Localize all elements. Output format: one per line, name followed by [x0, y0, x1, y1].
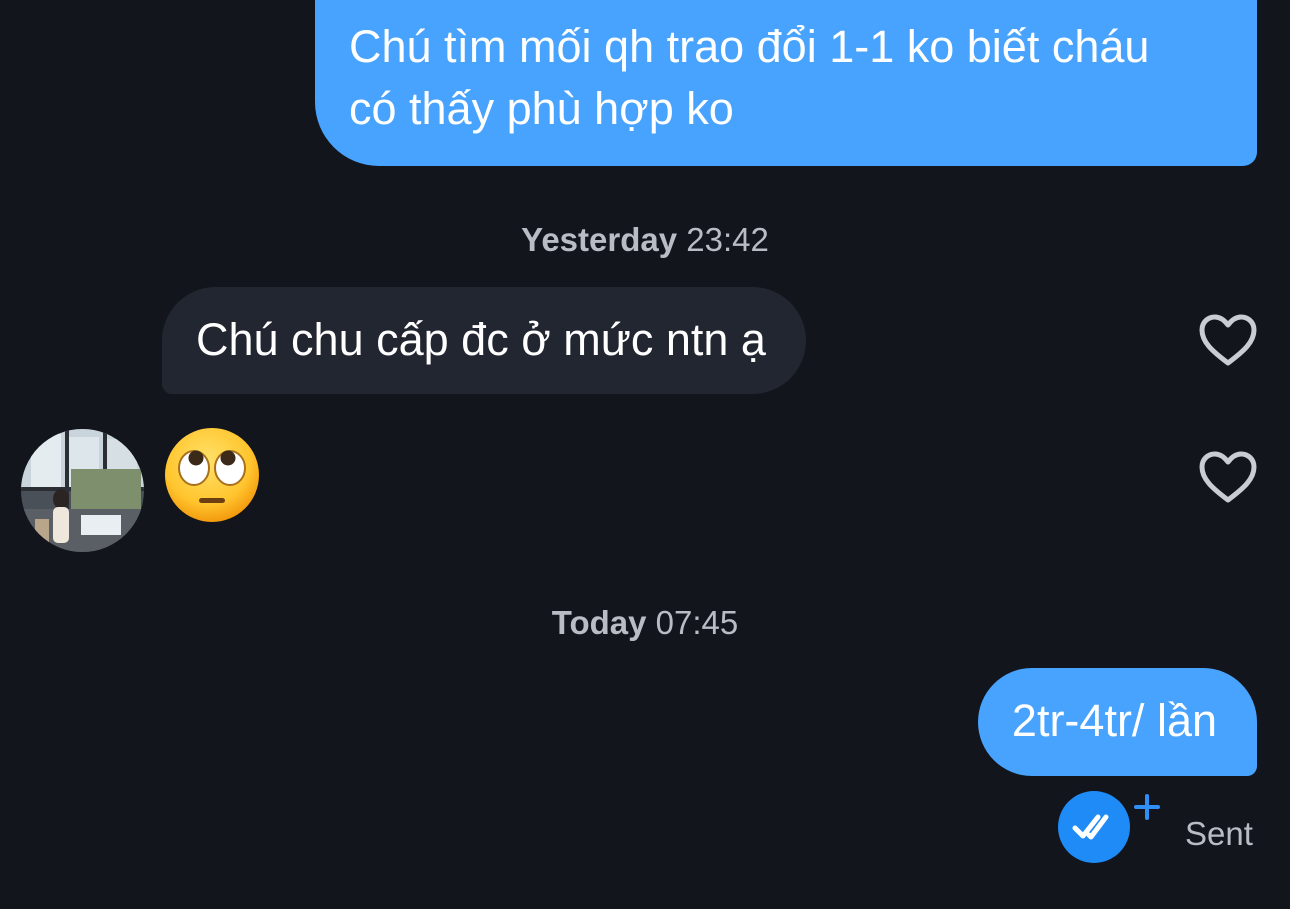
timestamp-divider: Yesterday 23:42: [0, 221, 1290, 259]
face-with-rolling-eyes-emoji[interactable]: [163, 426, 261, 524]
message-status: Sent: [1185, 815, 1253, 852]
outgoing-message-bubble[interactable]: Chú tìm mối qh trao đổi 1-1 ko biết cháu…: [315, 0, 1257, 166]
timestamp-day: Yesterday: [521, 221, 678, 258]
timestamp-day: Today: [551, 604, 647, 641]
read-receipt-badge[interactable]: [1058, 791, 1130, 863]
message-text-line: Chú tìm mối qh trao đổi 1-1 ko biết cháu: [349, 21, 1150, 72]
incoming-message-bubble[interactable]: Chú chu cấp đc ở mức ntn ạ: [162, 287, 806, 394]
timestamp-time: 23:42: [686, 221, 769, 258]
plus-icon[interactable]: [1133, 793, 1161, 821]
outgoing-message-bubble[interactable]: 2tr-4tr/ lần: [977, 668, 1257, 776]
avatar-photo: [21, 429, 144, 552]
timestamp-divider: Today 07:45: [0, 604, 1290, 642]
chat-screen: Chú tìm mối qh trao đổi 1-1 ko biết cháu…: [0, 0, 1290, 909]
heart-icon[interactable]: [1198, 313, 1258, 367]
heart-icon[interactable]: [1198, 450, 1258, 504]
timestamp-time: 07:45: [655, 604, 739, 641]
avatar[interactable]: [21, 429, 144, 552]
message-text-line: có thấy phù hợp ko: [349, 83, 734, 134]
message-text: Chú chu cấp đc ở mức ntn ạ: [196, 314, 766, 365]
double-check-icon: [1072, 814, 1109, 840]
message-text: 2tr-4tr/ lần: [1011, 695, 1217, 746]
